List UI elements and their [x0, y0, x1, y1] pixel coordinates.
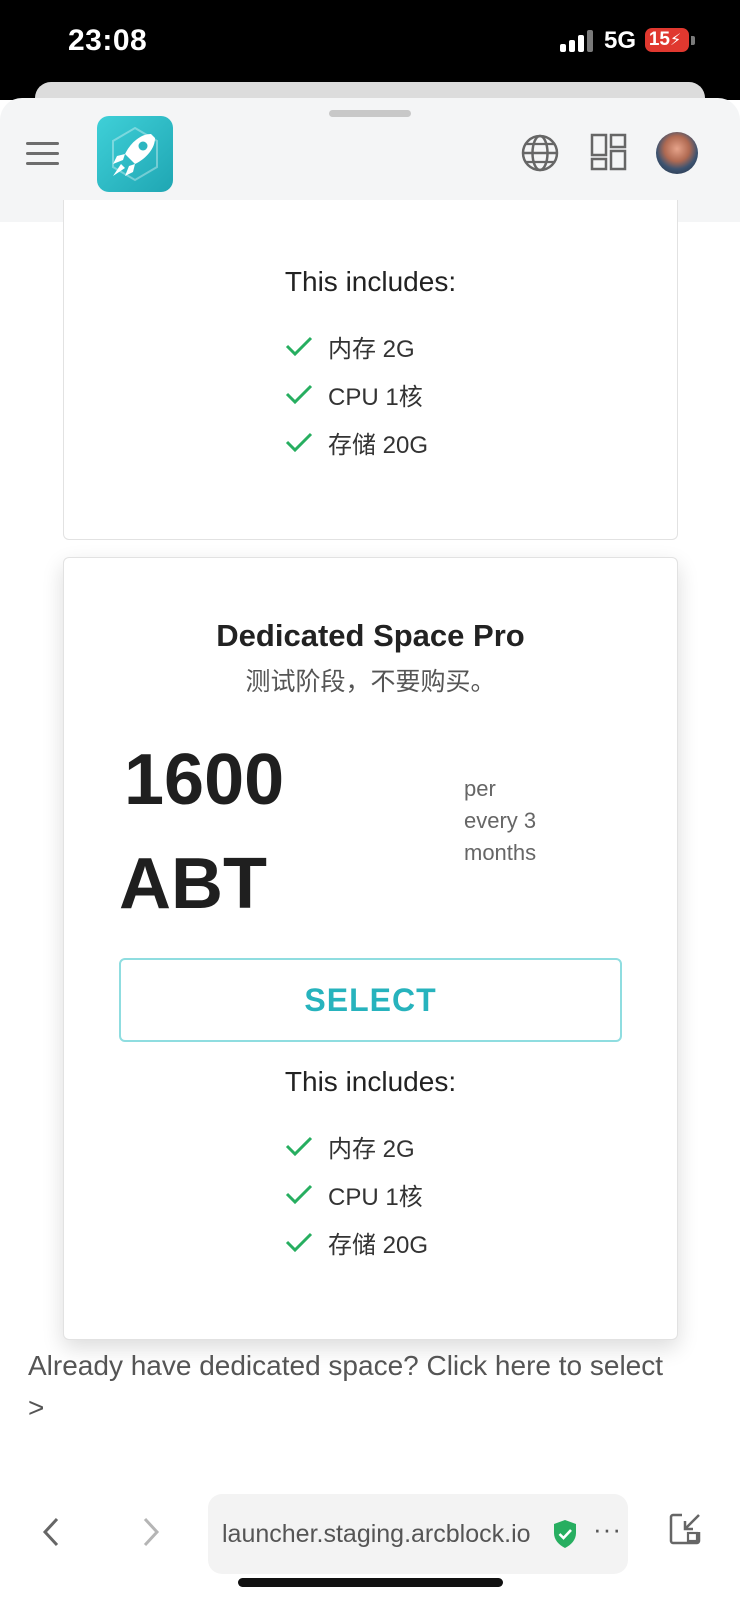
feature-label: CPU 1核: [328, 1183, 423, 1211]
feature-item: 内存 2G: [284, 322, 584, 370]
price-amount: 1600: [124, 740, 285, 820]
more-icon[interactable]: ···: [593, 1514, 622, 1545]
home-indicator[interactable]: [238, 1578, 503, 1587]
network-type: 5G: [604, 27, 637, 54]
avatar[interactable]: [656, 132, 698, 174]
check-icon: [285, 1232, 313, 1253]
check-icon: [285, 336, 313, 357]
url-text: launcher.staging.arcblock.io: [222, 1520, 531, 1548]
feature-item: 内存 2G: [284, 1122, 584, 1170]
feature-item: 存储 20G: [284, 418, 584, 466]
period-line: every 3: [464, 808, 537, 833]
rocket-logo[interactable]: [97, 116, 173, 192]
feature-label: 存储 20G: [328, 1231, 429, 1259]
rocket-icon: [112, 126, 158, 182]
address-bar[interactable]: launcher.staging.arcblock.io ···: [208, 1494, 628, 1574]
feature-item: 存储 20G: [284, 1218, 584, 1266]
feature-label: 内存 2G: [328, 335, 415, 363]
plan-card-pro: Dedicated Space Pro 测试阶段，不要购买。 1600 ABT …: [63, 557, 678, 1340]
feature-item: CPU 1核: [284, 1170, 584, 1218]
check-icon: [285, 1184, 313, 1205]
forward-icon[interactable]: [140, 1516, 162, 1548]
feature-label: CPU 1核: [328, 383, 423, 411]
billing-period: per every 3 months: [464, 773, 584, 869]
check-icon: [285, 432, 313, 453]
existing-space-link[interactable]: Already have dedicated space? Click here…: [28, 1345, 718, 1429]
menu-icon[interactable]: [26, 142, 59, 166]
chevron-right-icon: >: [28, 1392, 45, 1423]
secure-shield-icon: [554, 1520, 576, 1548]
check-icon: [285, 1136, 313, 1157]
back-icon[interactable]: [40, 1516, 62, 1548]
battery-tip: [691, 36, 695, 45]
grid-icon[interactable]: [590, 133, 628, 171]
check-icon: [285, 384, 313, 405]
plan-title: Dedicated Space Pro: [216, 618, 525, 653]
battery-icon: 15⚡: [645, 28, 689, 52]
feature-label: 存储 20G: [328, 431, 429, 459]
battery-level: 15: [648, 29, 670, 50]
plan-card-basic: This includes: 内存 2G CPU 1核 存储 20G: [63, 200, 678, 540]
globe-icon[interactable]: [520, 133, 560, 173]
existing-space-text: Already have dedicated space? Click here…: [28, 1350, 664, 1381]
includes-title: This includes:: [284, 266, 457, 297]
price: 1600 ABT: [119, 728, 419, 936]
includes-title: This includes:: [284, 1066, 457, 1097]
feature-list: 内存 2G CPU 1核 存储 20G: [284, 1122, 584, 1266]
select-button[interactable]: SELECT: [119, 958, 622, 1042]
signal-icon: [560, 30, 596, 52]
minimize-window-icon[interactable]: [668, 1512, 702, 1546]
plan-subtitle: 测试阶段，不要购买。: [245, 667, 496, 696]
feature-item: CPU 1核: [284, 370, 584, 418]
period-line: per: [464, 776, 496, 801]
sheet-grabber[interactable]: [329, 110, 411, 117]
feature-list: 内存 2G CPU 1核 存储 20G: [284, 322, 584, 466]
price-currency: ABT: [119, 844, 267, 924]
feature-label: 内存 2G: [328, 1135, 415, 1163]
status-time: 23:08: [68, 24, 148, 57]
period-line: months: [464, 840, 537, 865]
